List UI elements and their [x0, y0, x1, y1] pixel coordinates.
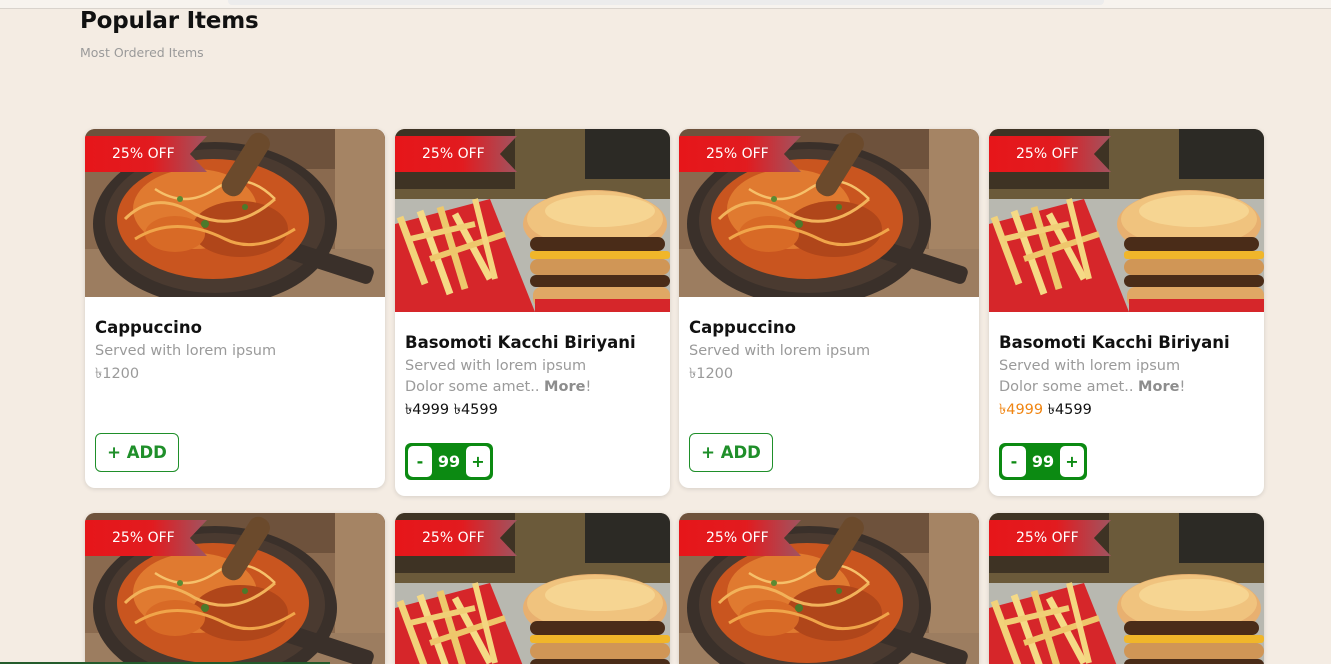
discount-badge: 25% OFF: [395, 520, 517, 556]
product-card[interactable]: 25% OFF Cappuccino Served with lorem ips…: [679, 129, 979, 488]
product-card[interactable]: 25% OFF Basomoti Kacchi Biriyani Served …: [989, 129, 1264, 496]
old-price: ৳4999: [405, 402, 450, 418]
item-price: ৳4999 ৳4599: [405, 399, 662, 423]
increment-button[interactable]: +: [466, 446, 490, 477]
item-description: Served with lorem ipsum: [999, 358, 1181, 374]
add-button[interactable]: + ADD: [95, 433, 179, 472]
item-description: Served with lorem ipsum: [689, 343, 871, 359]
more-link[interactable]: More: [1138, 379, 1179, 395]
section-subtitle: Most Ordered Items: [80, 45, 204, 60]
product-card[interactable]: 25% OFF: [989, 513, 1264, 664]
more-link[interactable]: More: [544, 379, 585, 395]
decrement-button[interactable]: -: [408, 446, 432, 477]
item-price: ৳1200: [689, 366, 734, 382]
quantity-stepper: - 99 +: [999, 443, 1087, 480]
section-title: Popular Items: [80, 8, 259, 34]
add-button[interactable]: + ADD: [689, 433, 773, 472]
discount-badge: 25% OFF: [85, 520, 207, 556]
discount-badge: 25% OFF: [989, 520, 1111, 556]
item-price: ৳1200: [95, 366, 140, 382]
item-name: Cappuccino: [689, 318, 796, 337]
address-bar-edge: [228, 0, 1104, 5]
item-description-more: Dolor some amet.. More!: [999, 379, 1186, 395]
item-description: Served with lorem ipsum: [405, 358, 587, 374]
product-card[interactable]: 25% OFF Basomoti Kacchi Biriyani Served …: [395, 129, 670, 496]
discount-badge: 25% OFF: [85, 136, 207, 172]
item-description-more: Dolor some amet.. More!: [405, 379, 592, 395]
discount-badge: 25% OFF: [679, 136, 801, 172]
item-name: Basomoti Kacchi Biriyani: [405, 333, 636, 352]
new-price: ৳4599: [1047, 402, 1092, 418]
item-name: Cappuccino: [95, 318, 202, 337]
quantity-stepper: - 99 +: [405, 443, 493, 480]
old-price: ৳4999: [999, 402, 1044, 418]
quantity-value: 99: [437, 452, 461, 471]
product-card[interactable]: 25% OFF: [85, 513, 385, 664]
decrement-button[interactable]: -: [1002, 446, 1026, 477]
item-name: Basomoti Kacchi Biriyani: [999, 333, 1230, 352]
quantity-value: 99: [1031, 452, 1055, 471]
new-price: ৳4599: [453, 402, 498, 418]
item-price: ৳4999 ৳4599: [999, 399, 1256, 423]
increment-button[interactable]: +: [1060, 446, 1084, 477]
product-card[interactable]: 25% OFF: [395, 513, 670, 664]
item-description: Served with lorem ipsum: [95, 343, 277, 359]
discount-badge: 25% OFF: [679, 520, 801, 556]
discount-badge: 25% OFF: [395, 136, 517, 172]
product-card[interactable]: 25% OFF Cappuccino Served with lorem ips…: [85, 129, 385, 488]
discount-badge: 25% OFF: [989, 136, 1111, 172]
product-card[interactable]: 25% OFF: [679, 513, 979, 664]
